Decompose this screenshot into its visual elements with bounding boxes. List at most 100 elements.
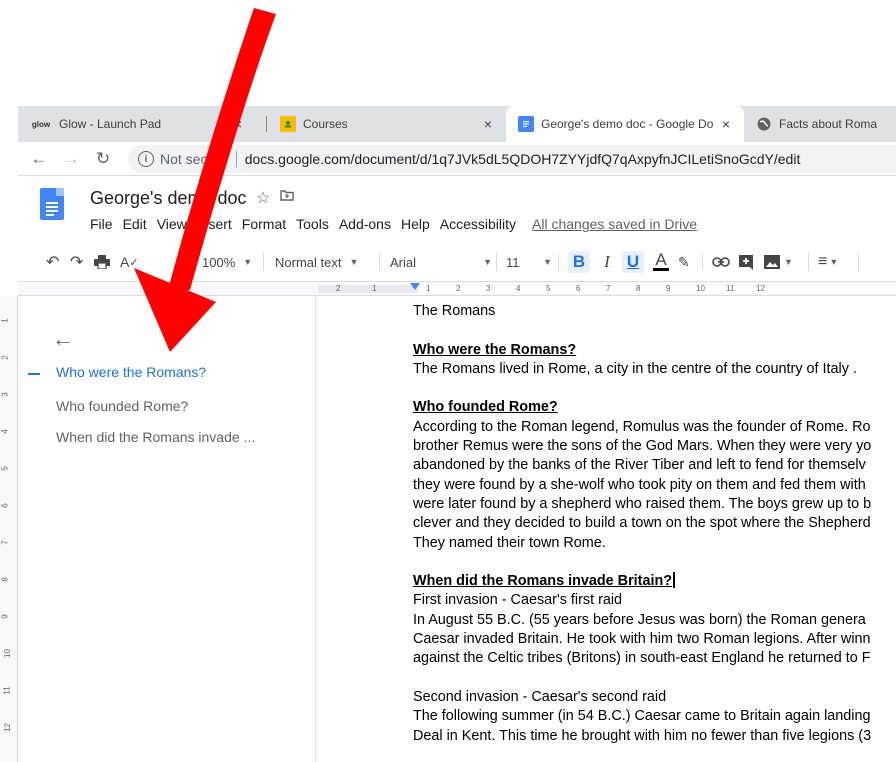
- docs-logo-icon[interactable]: [40, 188, 64, 220]
- tab-facts-about-romans[interactable]: Facts about Roma: [744, 106, 896, 142]
- body-line: were later found by a shepherd who raise…: [413, 495, 896, 514]
- paragraph-style-value: Normal text: [275, 254, 342, 270]
- star-icon[interactable]: ☆: [256, 188, 270, 208]
- vertical-ruler-number: 8: [0, 577, 10, 582]
- vertical-ruler-number: 6: [0, 503, 10, 508]
- toolbar-divider: [263, 253, 264, 271]
- active-heading-marker: [28, 373, 40, 375]
- tab-title: George's demo doc - Google Do: [541, 117, 714, 131]
- menu-tools[interactable]: Tools: [296, 216, 329, 232]
- document-title[interactable]: George's demo doc: [90, 188, 247, 209]
- close-icon[interactable]: ×: [480, 116, 496, 132]
- outline-item-who-founded-rome[interactable]: Who founded Rome?: [56, 398, 188, 414]
- body-line: abandoned by the banks of the River Tibe…: [413, 456, 896, 475]
- address-bar[interactable]: i Not secure docs.google.com/document/d/…: [128, 145, 896, 173]
- indent-marker-icon[interactable]: [410, 283, 420, 290]
- menu-edit[interactable]: Edit: [123, 216, 147, 232]
- paragraph-style-select[interactable]: Normal text ▼: [275, 251, 358, 273]
- link-icon[interactable]: [712, 251, 730, 273]
- toolbar-divider: [702, 253, 703, 271]
- menu-insert[interactable]: Insert: [197, 216, 232, 232]
- top-margin: [0, 0, 896, 106]
- vertical-ruler-number: 9: [0, 614, 10, 619]
- spellcheck-icon[interactable]: A ✓: [120, 251, 139, 273]
- ruler-number: 9: [666, 284, 671, 293]
- line-text: Who were the Romans?: [413, 341, 577, 358]
- body-line: The Romans lived in Rome, a city in the …: [413, 360, 896, 379]
- browser-tab-strip: glow Glow - Launch Pad × Courses × Georg…: [18, 106, 896, 142]
- text-color-button[interactable]: A: [652, 251, 670, 273]
- move-folder-icon[interactable]: [280, 188, 295, 208]
- body-line: Deal in Kent. This time he brought with …: [413, 727, 896, 746]
- outline-item-who-were-the-romans[interactable]: Who were the Romans?: [56, 364, 206, 380]
- tab-glow-launch-pad[interactable]: glow Glow - Launch Pad ×: [18, 106, 256, 142]
- undo-icon[interactable]: ↶: [46, 251, 59, 273]
- menu-add-ons[interactable]: Add-ons: [339, 216, 391, 232]
- print-icon[interactable]: [94, 251, 110, 273]
- info-icon[interactable]: i: [138, 151, 154, 167]
- vertical-ruler-number: 2: [0, 355, 10, 360]
- line-text: against the Celtic tribes (Britons) in s…: [413, 650, 871, 667]
- heading-line: Who founded Rome?: [413, 398, 896, 417]
- tab-georges-demo-doc[interactable]: George's demo doc - Google Do ×: [506, 106, 744, 142]
- body-line: against the Celtic tribes (Britons) in s…: [413, 649, 896, 668]
- back-arrow-icon[interactable]: ←: [28, 148, 50, 170]
- zoom-value: 100%: [202, 254, 236, 270]
- menu-accessibility[interactable]: Accessibility: [440, 216, 516, 232]
- docs-icon: [518, 116, 534, 132]
- body-line: According to the Roman legend, Romulus w…: [413, 418, 896, 437]
- text-cursor: [673, 572, 675, 589]
- menu-help[interactable]: Help: [401, 216, 430, 232]
- align-icon[interactable]: ≡ ▼: [818, 251, 838, 273]
- title-actions: ☆: [256, 188, 295, 208]
- vertical-ruler[interactable]: 1 2 3 4 5 6 7 8 9 10 11 12: [0, 296, 18, 762]
- ruler-number: 1: [426, 284, 431, 293]
- close-outline-arrow-icon[interactable]: ←: [52, 326, 74, 352]
- reload-icon[interactable]: ↻: [92, 148, 114, 170]
- add-comment-icon[interactable]: [738, 251, 754, 273]
- vertical-ruler-number: 5: [0, 466, 10, 471]
- tab-courses[interactable]: Courses ×: [268, 106, 506, 142]
- ruler-number: 4: [516, 284, 521, 293]
- menu-view[interactable]: View: [157, 216, 187, 232]
- vertical-ruler-number: 4: [0, 429, 10, 434]
- menu-file[interactable]: File: [90, 216, 113, 232]
- ruler-number: 2: [336, 284, 341, 293]
- vertical-ruler-number: 10: [2, 649, 12, 658]
- close-icon[interactable]: ×: [230, 116, 246, 132]
- line-text: brother Remus were the sons of the God M…: [413, 438, 872, 455]
- insert-image-icon[interactable]: ▼: [764, 251, 793, 273]
- save-status[interactable]: All changes saved in Drive: [532, 216, 697, 232]
- redo-icon[interactable]: ↷: [70, 251, 83, 273]
- ruler-number: 1: [372, 284, 377, 293]
- underline-button[interactable]: U: [622, 251, 644, 273]
- ruler-number: 11: [726, 284, 735, 293]
- document-body[interactable]: The Romans Who were the Romans? The Romans…: [413, 302, 896, 746]
- body-line: The Romans: [413, 302, 896, 321]
- line-text: Second invasion - Caesar's second raid: [413, 688, 667, 705]
- font-value: Arial: [390, 254, 417, 270]
- line-text: Caesar invaded Britain. He took with him…: [413, 631, 871, 648]
- menu-format[interactable]: Format: [242, 216, 286, 232]
- horizontal-ruler[interactable]: 2 1 1 2 3 4 5 6 7 8 9 10 11 12: [18, 282, 896, 296]
- toolbar-divider: [558, 253, 559, 271]
- line-text: Who founded Rome?: [413, 399, 558, 416]
- font-select[interactable]: Arial ▼: [390, 251, 492, 273]
- document-page[interactable]: The Romans Who were the Romans? The Romans…: [317, 296, 896, 762]
- highlight-pen-icon[interactable]: ✎: [678, 251, 690, 273]
- bold-button[interactable]: B: [568, 251, 590, 273]
- body-line: They named their town Rome.: [413, 534, 896, 553]
- ruler-number: 6: [576, 284, 581, 293]
- zoom-select[interactable]: 100% ▼: [202, 251, 252, 273]
- close-icon[interactable]: ×: [718, 116, 734, 132]
- tab-title: Glow - Launch Pad: [59, 117, 162, 131]
- vertical-ruler-number: 3: [0, 392, 10, 397]
- outline-item-when-did-the-romans-invade[interactable]: When did the Romans invade ...: [56, 429, 255, 445]
- font-size-select[interactable]: 11 ▼: [506, 251, 552, 273]
- toolbar-divider: [379, 253, 380, 271]
- forward-arrow-icon[interactable]: →: [60, 148, 82, 170]
- url-text: docs.google.com/document/d/1q7JVk5dL5QDO…: [244, 151, 801, 167]
- italic-button[interactable]: I: [598, 251, 616, 273]
- line-text: According to the Roman legend, Romulus w…: [413, 418, 871, 435]
